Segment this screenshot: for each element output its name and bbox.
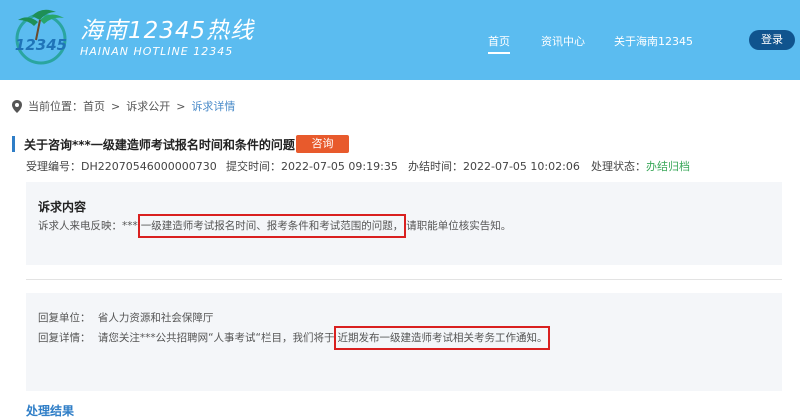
breadcrumb-separator: > xyxy=(176,99,186,113)
title-accent-bar xyxy=(12,136,15,152)
breadcrumb-current: 诉求详情 xyxy=(191,100,236,113)
nav-home[interactable]: 首页 xyxy=(488,33,510,54)
section-divider xyxy=(26,279,782,280)
request-highlight: 一级建造师考试报名时间、报考条件和考试范围的问题， xyxy=(137,214,407,238)
breadcrumb: 当前位置： 首页 > 诉求公开 > 诉求详情 xyxy=(12,98,235,114)
request-heading: 诉求内容 xyxy=(38,200,87,214)
category-badge: 咨询 xyxy=(296,135,349,153)
page-title: 关于咨询***一级建造师考试报名时间和条件的问题 xyxy=(24,138,295,152)
nav-news-center[interactable]: 资讯中心 xyxy=(541,33,585,49)
reply-detail-highlight: 近期发布一级建造师考试相关考务工作通知。 xyxy=(334,326,551,350)
location-pin-icon xyxy=(12,99,22,113)
breadcrumb-separator: > xyxy=(111,99,121,113)
result-heading-partial: 处理结果 xyxy=(26,404,75,418)
reply-detail-label: 回复详情： xyxy=(38,332,91,344)
status-field: 处理状态：办结归档 xyxy=(591,158,690,174)
reply-unit-label: 回复单位： xyxy=(38,312,91,324)
request-text: 诉求人来电反映：*** 一级建造师考试报名时间、报考条件和考试范围的问题， 请职能单… xyxy=(38,214,512,238)
ticket-number: 受理编号：DH22070546000000730 xyxy=(26,160,217,173)
breadcrumb-requests[interactable]: 诉求公开 xyxy=(126,98,170,114)
site-header: 12345 海南12345热线 HAINAN HOTLINE 12345 首页 … xyxy=(0,0,800,80)
reply-detail-row: 回复详情： 请您关注***公共招聘网“人事考试“栏目，我们将于 近期发布一级建造师… xyxy=(38,326,551,350)
brand-name-en: HAINAN HOTLINE 12345 xyxy=(80,45,234,58)
close-time: 办结时间：2022-07-05 10:02:06 xyxy=(408,160,580,173)
request-suffix: 请职能单位核实告知。 xyxy=(406,220,512,232)
breadcrumb-home[interactable]: 首页 xyxy=(83,98,105,114)
request-prefix: 诉求人来电反映：*** xyxy=(38,220,138,232)
brand-name-cn: 海南12345热线 xyxy=(80,18,255,44)
request-panel: 诉求内容 诉求人来电反映：*** 一级建造师考试报名时间、报考条件和考试范围的问题… xyxy=(26,182,782,265)
reply-detail-prefix: 请您关注***公共招聘网“人事考试“栏目，我们将于 xyxy=(97,332,335,344)
reply-unit-value: 省人力资源和社会保障厅 xyxy=(97,312,214,324)
submit-time: 提交时间：2022-07-05 09:19:35 xyxy=(226,160,398,173)
reply-panel: 回复单位： 省人力资源和社会保障厅 回复详情： 请您关注***公共招聘网“人事考… xyxy=(26,293,782,391)
nav-about[interactable]: 关于海南12345 xyxy=(614,33,693,49)
svg-text:12345: 12345 xyxy=(15,36,67,54)
brand[interactable]: 海南12345热线 HAINAN HOTLINE 12345 xyxy=(80,18,254,58)
status-label: 处理状态： xyxy=(591,160,646,173)
breadcrumb-prefix: 当前位置： xyxy=(28,100,83,113)
status-badge: 办结归档 xyxy=(646,160,690,173)
hainan-12345-logo[interactable]: 12345 xyxy=(10,6,72,68)
reply-unit-row: 回复单位： 省人力资源和社会保障厅 xyxy=(38,310,213,325)
login-button[interactable]: 登录 xyxy=(749,30,795,50)
